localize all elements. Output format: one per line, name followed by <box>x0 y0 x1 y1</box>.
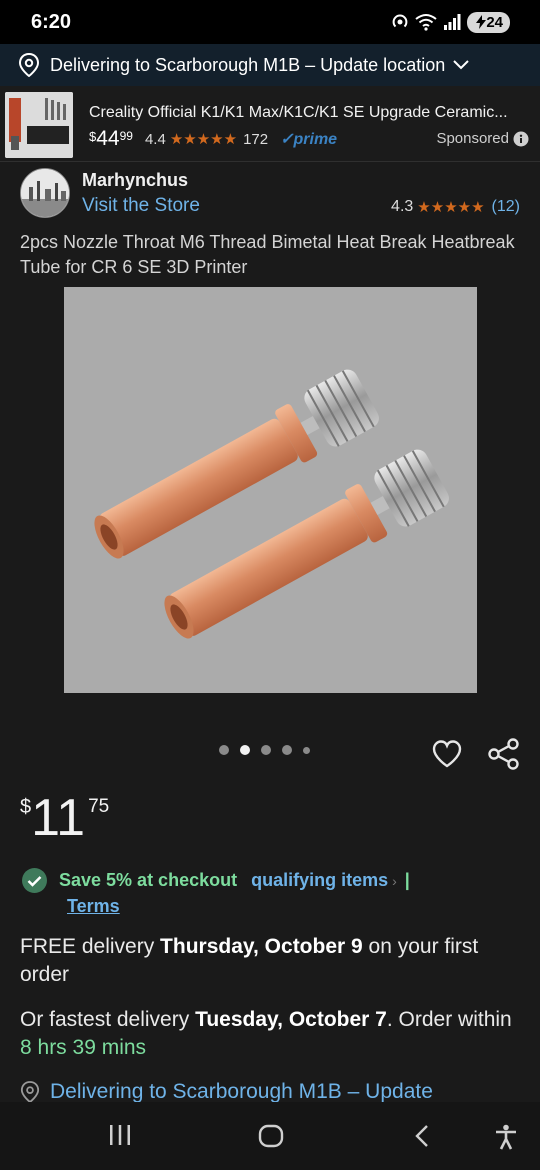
promo-row: Save 5% at checkout qualifying items › | <box>22 868 410 893</box>
location-pin-icon <box>20 1081 40 1103</box>
product-price: $ 11 75 <box>20 790 109 846</box>
ad-price-symbol: $ <box>89 129 97 144</box>
home-button[interactable] <box>258 1124 284 1153</box>
fastest-delivery-info: Or fastest delivery Tuesday, October 7. … <box>20 1006 525 1062</box>
recent-apps-button[interactable] <box>108 1124 132 1151</box>
price-whole: 11 <box>31 789 86 847</box>
qualifying-items-link[interactable]: qualifying items <box>251 870 388 891</box>
wifi-icon <box>415 14 437 31</box>
accessibility-button[interactable] <box>494 1124 518 1155</box>
battery-indicator: 24 <box>467 11 510 33</box>
location-bar[interactable]: Delivering to Scarborough M1B – Update l… <box>0 44 540 86</box>
ad-title: Creality Official K1/K1 Max/K1C/K1 SE Up… <box>89 104 508 121</box>
visit-store-link[interactable]: Visit the Store <box>82 195 200 217</box>
heart-icon <box>432 740 462 768</box>
accessibility-icon <box>496 1124 516 1150</box>
chevron-right-icon: › <box>392 872 397 889</box>
delivery-date: Thursday, October 9 <box>160 935 363 958</box>
carousel-dot-active[interactable] <box>240 745 250 755</box>
price-symbol: $ <box>20 796 32 818</box>
carousel-dot[interactable] <box>282 745 292 755</box>
location-pin-icon <box>18 53 40 77</box>
charging-icon <box>476 15 487 29</box>
share-icon <box>488 738 519 770</box>
info-icon <box>513 131 529 146</box>
back-button[interactable] <box>413 1124 431 1153</box>
sponsored-ad[interactable]: Creality Official K1/K1 Max/K1C/K1 SE Up… <box>0 86 540 162</box>
promo-save-text: Save 5% at checkout <box>59 870 238 890</box>
store-avatar[interactable] <box>20 168 70 218</box>
store-rating-value: 4.3 <box>391 198 414 215</box>
image-carousel-dots[interactable] <box>219 745 310 755</box>
fastest-prefix: Or fastest delivery <box>20 1008 196 1031</box>
ad-stars: ★★★★★ <box>169 131 238 148</box>
ad-product-thumbnail <box>5 92 73 158</box>
sponsored-label[interactable]: Sponsored <box>436 130 529 147</box>
status-bar: 6:20 24 <box>0 0 540 44</box>
ad-review-count: 172 <box>243 130 269 148</box>
status-icons: 24 <box>391 11 510 33</box>
ad-details: $ 44 99 4.4 ★★★★★ 172 ✓prime <box>89 126 337 152</box>
chevron-down-icon <box>453 60 469 70</box>
carousel-dot[interactable] <box>303 746 310 754</box>
system-navigation-bar <box>0 1102 540 1170</box>
status-time: 6:20 <box>31 10 72 33</box>
delivery-prefix: FREE delivery <box>20 935 161 958</box>
battery-level: 24 <box>486 13 503 31</box>
terms-link[interactable]: Terms <box>67 896 120 917</box>
recent-apps-icon <box>110 1125 130 1145</box>
store-name: Marhynchus <box>82 170 189 190</box>
ad-rating: 4.4 <box>144 130 166 148</box>
back-icon <box>415 1125 428 1147</box>
delivery-location-text: Delivering to Scarborough M1B – Update <box>50 1080 433 1103</box>
product-title: 2pcs Nozzle Throat M6 Thread Bimetal Hea… <box>20 232 515 277</box>
wishlist-button[interactable] <box>431 738 463 770</box>
location-text: Delivering to Scarborough M1B – Update l… <box>50 54 446 75</box>
check-icon <box>22 868 47 893</box>
store-rating[interactable]: 4.3 ★★★★★ (12) <box>391 198 520 216</box>
order-countdown: 8 hrs 39 mins <box>20 1036 147 1059</box>
sponsored-text: Sponsored <box>436 130 509 147</box>
hotspot-icon <box>392 14 408 28</box>
product-image[interactable] <box>64 287 477 693</box>
delivery-info: FREE delivery Thursday, October 9 on you… <box>20 933 525 989</box>
carousel-dot[interactable] <box>261 745 271 755</box>
carousel-dot[interactable] <box>219 745 229 755</box>
ad-price-fraction: 99 <box>119 129 133 143</box>
home-icon <box>258 1124 284 1148</box>
fastest-date: Tuesday, October 7 <box>195 1008 387 1031</box>
signal-icon <box>444 14 461 30</box>
prime-badge: ✓prime <box>280 131 338 148</box>
fastest-middle: . Order within <box>386 1008 512 1031</box>
store-review-count: (12) <box>491 198 520 215</box>
share-button[interactable] <box>487 737 521 771</box>
promo-separator: | <box>404 870 410 890</box>
price-fraction: 75 <box>88 796 110 817</box>
store-stars: ★★★★★ <box>417 199 485 216</box>
ad-price-whole: 44 <box>96 127 120 150</box>
